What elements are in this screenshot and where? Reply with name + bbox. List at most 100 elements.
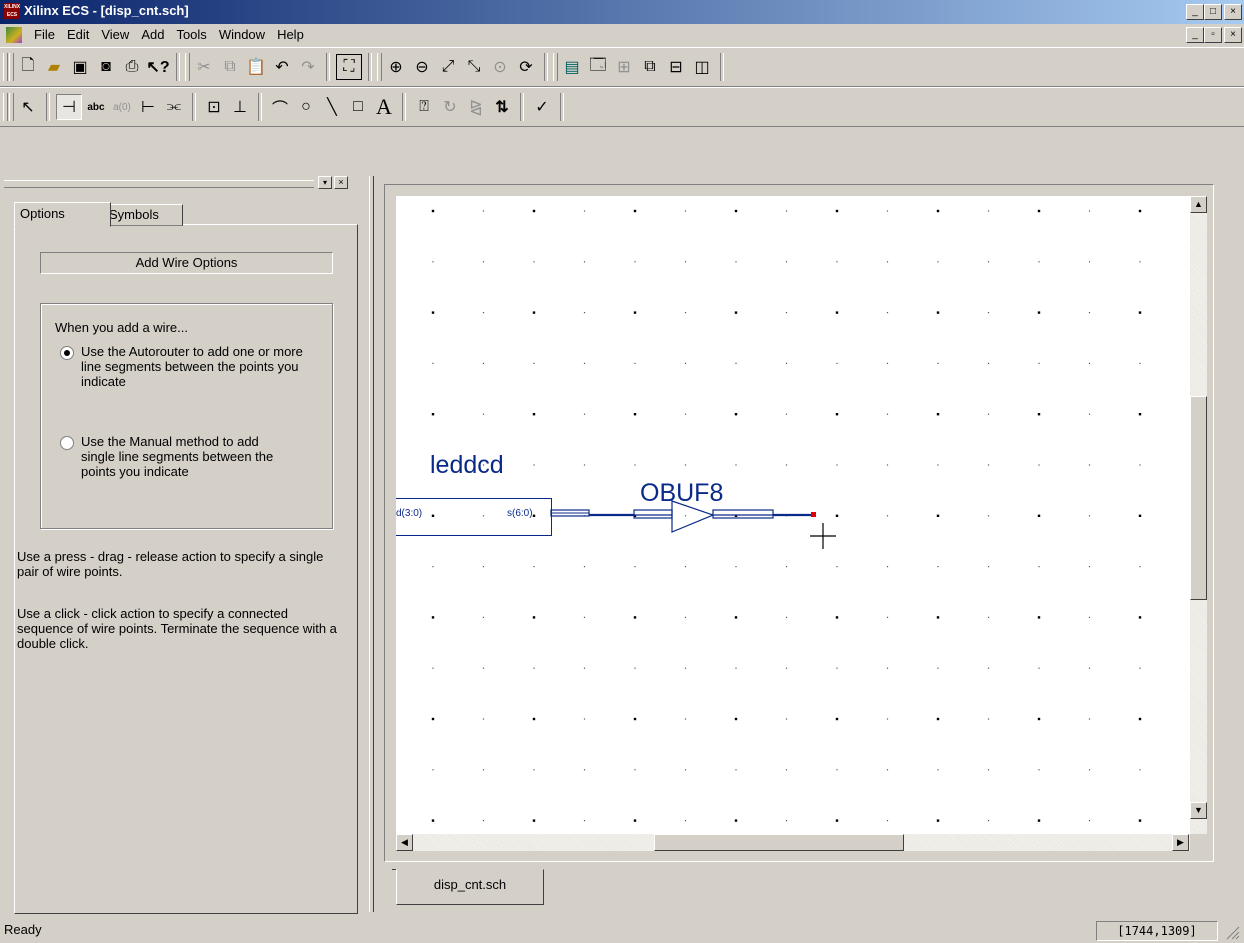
menu-add[interactable]: Add (135, 27, 170, 43)
grid-dot (684, 362, 687, 364)
grid-dot (1139, 667, 1141, 669)
save-icon[interactable]: ▣ (68, 55, 92, 79)
horizontal-scrollbar[interactable]: ◀ ▶ (396, 834, 1190, 851)
mirror-icon[interactable]: ⧎ (464, 95, 488, 119)
vertical-scrollbar[interactable]: ▲ ▼ (1190, 196, 1207, 834)
vertical-scroll-thumb[interactable] (1190, 396, 1207, 600)
zoom-in-icon[interactable]: ⊕ (384, 55, 408, 79)
draw-circle-icon[interactable]: ○ (294, 95, 318, 119)
push-pop-icon[interactable]: ⇅ (490, 95, 514, 119)
menu-tools[interactable]: Tools (170, 27, 212, 43)
tile-cascade-icon[interactable]: ⧉ (638, 55, 662, 79)
grid-dot (684, 413, 687, 415)
grid-dot (1138, 717, 1142, 721)
grid-dot (785, 210, 788, 212)
mdi-minimize-button[interactable]: _ (1186, 27, 1204, 43)
mdi-restore-button[interactable]: ▫ (1204, 27, 1222, 43)
toolbar-grip[interactable] (3, 53, 8, 81)
scroll-up-icon[interactable]: ▲ (1190, 196, 1207, 213)
document-tab-disp-cnt[interactable]: disp_cnt.sch (396, 869, 544, 905)
toolbar-grip[interactable] (553, 53, 558, 81)
hierarchy-icon[interactable]: ⊞ (612, 55, 636, 79)
grid-dot (684, 464, 687, 466)
draw-rectangle-icon[interactable]: □ (346, 95, 370, 119)
menu-window[interactable]: Window (213, 27, 271, 43)
menu-help[interactable]: Help (271, 27, 310, 43)
draw-arc-icon[interactable]: ⌒ (268, 95, 292, 119)
toolbar-grip[interactable] (9, 93, 14, 121)
autorouter-radio[interactable] (60, 346, 74, 360)
manual-radio[interactable] (60, 436, 74, 450)
cascade-windows-icon[interactable]: ▤ (560, 55, 584, 79)
scroll-right-icon[interactable]: ▶ (1172, 834, 1189, 851)
paste-icon[interactable]: 📋 (244, 55, 268, 79)
add-text-icon[interactable]: A (372, 94, 396, 119)
panel-close-icon[interactable]: × (334, 176, 348, 189)
app-icon[interactable]: XILINX ECS (4, 3, 20, 19)
grid-dot (533, 667, 535, 669)
menu-view[interactable]: View (95, 27, 135, 43)
refresh-icon[interactable]: ⟳ (514, 55, 538, 79)
cut-icon[interactable]: ✂ (192, 55, 216, 79)
zoom-to-box-icon[interactable]: ⤡ (462, 55, 486, 79)
grid-dot (583, 464, 586, 466)
find-icon[interactable]: ⛶ (336, 54, 362, 80)
horizontal-scroll-thumb[interactable] (654, 834, 904, 851)
resize-grip-icon[interactable] (1224, 924, 1240, 940)
scroll-down-icon[interactable]: ▼ (1190, 802, 1207, 819)
toolbar-grip[interactable] (9, 53, 14, 81)
context-help-icon[interactable]: ↖? (146, 55, 170, 79)
add-net-name-icon[interactable]: abc (84, 95, 108, 119)
schematic-canvas[interactable]: leddcd d(3:0) s(6:0) OBUF8 (396, 196, 1190, 834)
print-icon[interactable]: ⎙ (120, 55, 144, 79)
new-file-icon[interactable]: 🗋 (16, 55, 40, 79)
grid-dot (1139, 261, 1141, 263)
properties-icon[interactable]: 🗔 (586, 55, 610, 79)
maximize-button[interactable]: □ (1204, 4, 1222, 20)
options-tab-page: Add Wire Options When you add a wire... … (14, 224, 358, 914)
grid-dot (583, 413, 586, 415)
grid-dot (634, 566, 636, 568)
redo-icon[interactable]: ↷ (296, 55, 320, 79)
symbol-info-icon[interactable]: ⍰ (412, 95, 436, 119)
copy-icon[interactable]: ⧉ (218, 55, 242, 79)
grid-dot (886, 210, 889, 212)
title-bar[interactable]: XILINX ECS Xilinx ECS - [disp_cnt.sch] _… (0, 0, 1244, 24)
add-bus-tap-icon[interactable]: ⊢ (136, 95, 160, 119)
minimize-button[interactable]: _ (1186, 4, 1204, 20)
add-io-marker-icon[interactable]: ⫘ (162, 95, 186, 119)
toolbar-grip[interactable] (185, 53, 190, 81)
tile-horizontal-icon[interactable]: ⊟ (664, 55, 688, 79)
check-schematic-icon[interactable]: ✓ (530, 95, 554, 119)
mdi-close-button[interactable]: × (1224, 27, 1242, 43)
undo-icon[interactable]: ↶ (270, 55, 294, 79)
grid-dot (886, 261, 889, 263)
draw-line-icon[interactable]: ╲ (320, 95, 344, 119)
toolbar-grip[interactable] (3, 93, 8, 121)
toolbar-grip[interactable] (377, 53, 382, 81)
panel-grip[interactable] (4, 180, 314, 188)
menu-edit[interactable]: Edit (61, 27, 95, 43)
manual-option-label[interactable]: Use the Manual method to add single line… (81, 434, 281, 479)
menu-file[interactable]: File (28, 27, 61, 43)
panel-menu-icon[interactable]: ▾ (318, 176, 332, 189)
zoom-full-view-icon[interactable]: ⤢ (436, 55, 460, 79)
zoom-selected-icon[interactable]: ⊙ (488, 55, 512, 79)
autorouter-option-label[interactable]: Use the Autorouter to add one or more li… (81, 344, 313, 389)
add-wire-icon[interactable]: ⊣ (56, 94, 82, 120)
rotate-icon[interactable]: ↻ (438, 95, 462, 119)
add-instance-name-icon[interactable]: ⊥ (228, 95, 252, 119)
tab-options[interactable]: Options (14, 202, 111, 227)
zoom-out-icon[interactable]: ⊖ (410, 55, 434, 79)
close-button[interactable]: × (1224, 4, 1242, 20)
tab-symbols[interactable]: Symbols (103, 204, 183, 226)
document-icon[interactable] (6, 27, 22, 43)
rename-bus-icon[interactable]: a(0) (110, 95, 134, 119)
open-folder-icon[interactable]: ▰ (42, 55, 66, 79)
group-label: When you add a wire... (55, 320, 188, 335)
tile-vertical-icon[interactable]: ◫ (690, 55, 714, 79)
save-all-icon[interactable]: ◙ (94, 55, 118, 79)
scroll-left-icon[interactable]: ◀ (396, 834, 413, 851)
select-arrow-icon[interactable]: ↖ (16, 95, 40, 119)
add-symbol-icon[interactable]: ⊡ (202, 95, 226, 119)
